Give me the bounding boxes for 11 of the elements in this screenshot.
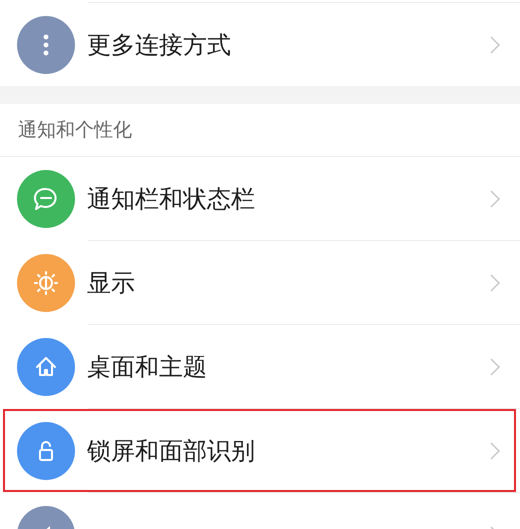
chevron-icon xyxy=(490,358,500,376)
chevron-icon xyxy=(490,190,500,208)
section-title: 通知和个性化 xyxy=(18,118,132,143)
setting-label[interactable]: 桌面和主题 xyxy=(87,350,490,382)
setting-label[interactable]: 更多连接方式 xyxy=(87,28,490,60)
chevron-icon xyxy=(490,36,500,54)
setting-label[interactable]: 通知栏和状态栏 xyxy=(87,182,490,214)
chevron-icon xyxy=(490,274,500,292)
setting-label[interactable]: 显示 xyxy=(87,266,490,298)
chevron-icon xyxy=(490,442,500,460)
setting-label[interactable]: 锁屏和面部识别 xyxy=(87,434,490,466)
